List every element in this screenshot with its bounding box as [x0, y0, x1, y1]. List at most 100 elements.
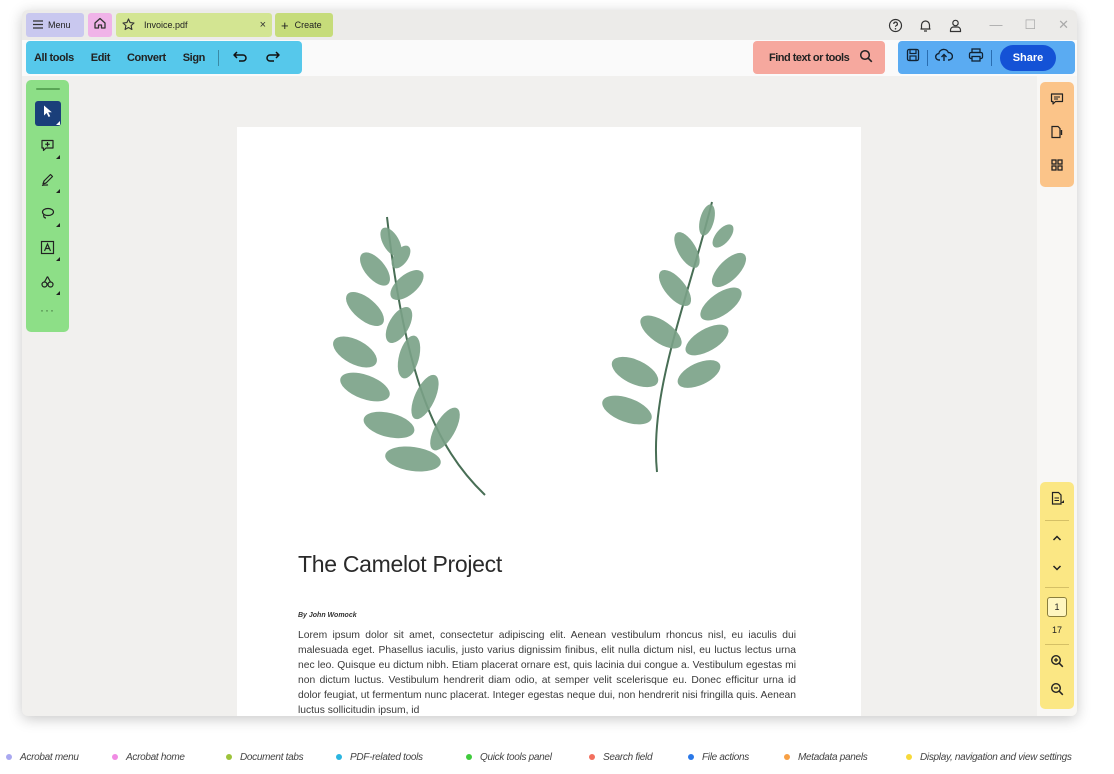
select-tool[interactable] — [34, 101, 61, 126]
plus-icon: + — [281, 17, 289, 33]
page-display-icon[interactable] — [1050, 491, 1065, 511]
zoom-in-icon[interactable] — [1050, 654, 1064, 673]
eucalyptus-branch-illustration — [602, 201, 747, 473]
legend-color-dot — [112, 754, 118, 760]
undo-icon[interactable] — [232, 50, 248, 65]
eucalyptus-branch-illustration — [333, 216, 486, 496]
file-actions: Share — [898, 41, 1075, 74]
more-tools-button[interactable]: ··· — [40, 303, 55, 317]
display-navigation-view-settings: 1 17 — [1040, 482, 1074, 709]
document-body: Lorem ipsum dolor sit amet, consectetur … — [298, 630, 796, 716]
acrobat-home-button[interactable] — [88, 13, 112, 37]
create-button[interactable]: + Create — [275, 13, 333, 37]
thumbnails-panel-icon[interactable] — [1050, 158, 1064, 177]
search-label: Find text or tools — [769, 51, 850, 64]
panel-handle[interactable] — [35, 88, 60, 90]
current-page-input[interactable]: 1 — [1047, 597, 1067, 617]
tool-flyout-indicator — [55, 121, 60, 125]
display-divider — [1045, 520, 1069, 521]
title-bar: Menu Invoice.pdf × + Create — ☐ ✕ — [22, 10, 1077, 40]
save-icon[interactable] — [906, 48, 920, 67]
legend-item: Document tabs — [226, 751, 304, 763]
star-icon[interactable] — [122, 17, 135, 33]
help-icon[interactable] — [887, 17, 903, 33]
document-tab[interactable]: Invoice.pdf × — [116, 13, 272, 37]
menu-label: Menu — [48, 20, 71, 30]
stamp-tool[interactable] — [35, 271, 61, 296]
file-actions-divider — [991, 49, 992, 66]
lasso-icon — [40, 206, 55, 226]
add-comment-tool[interactable] — [35, 135, 61, 160]
legend-label: Acrobat home — [126, 751, 185, 763]
draw-tool[interactable] — [35, 169, 61, 194]
edit-button[interactable]: Edit — [91, 52, 111, 64]
legend-item: Quick tools panel — [466, 752, 552, 763]
legend-label: Acrobat menu — [20, 751, 79, 763]
attachments-panel-icon[interactable] — [1050, 125, 1064, 144]
zoom-out-icon[interactable] — [1050, 682, 1064, 701]
toolbar-divider — [217, 49, 219, 66]
text-box-icon — [40, 240, 55, 260]
hamburger-icon — [33, 19, 43, 31]
display-divider — [1045, 587, 1069, 588]
legend-item: Search field — [589, 752, 653, 763]
titlebar-right-controls: — ☐ ✕ — [887, 14, 1069, 36]
legend-label: Quick tools panel — [480, 751, 552, 763]
toolbar-row: All tools Edit Convert Sign Find text or… — [22, 40, 1077, 76]
draw-icon — [40, 172, 55, 192]
acrobat-menu-button[interactable]: Menu — [26, 13, 84, 37]
tool-flyout-indicator — [55, 257, 60, 261]
legend-item: File actions — [688, 752, 749, 763]
legend-color-dot — [466, 754, 472, 760]
legend-color-dot — [336, 754, 342, 760]
comments-panel-icon[interactable] — [1050, 92, 1064, 111]
document-byline: By John Womock — [298, 612, 357, 619]
lasso-tool[interactable] — [35, 203, 61, 228]
total-pages: 17 — [1051, 625, 1062, 635]
search-icon[interactable] — [859, 49, 873, 66]
bell-icon[interactable] — [917, 17, 933, 33]
legend-label: Document tabs — [240, 751, 304, 763]
stamp-icon — [40, 274, 55, 294]
chevron-up-icon[interactable] — [1051, 530, 1063, 548]
text-box-tool[interactable] — [35, 237, 61, 262]
minimize-button[interactable]: — — [989, 17, 1002, 33]
file-actions-divider — [927, 49, 928, 66]
close-tab-icon[interactable]: × — [260, 19, 266, 31]
sign-button[interactable]: Sign — [183, 52, 206, 64]
account-icon[interactable] — [947, 17, 963, 33]
legend-label: Metadata panels — [798, 751, 868, 763]
close-window-button[interactable]: ✕ — [1058, 17, 1069, 33]
create-label: Create — [294, 20, 322, 30]
legend-color-dot — [784, 754, 790, 760]
tool-flyout-indicator — [55, 223, 60, 227]
legend-color-dot — [906, 754, 912, 760]
legend-color-dot — [688, 754, 694, 760]
all-tools-button[interactable]: All tools — [34, 52, 74, 64]
legend-item: Acrobat menu — [6, 752, 79, 763]
convert-button[interactable]: Convert — [127, 52, 166, 64]
chevron-down-icon[interactable] — [1051, 560, 1063, 578]
display-divider — [1045, 644, 1069, 645]
cursor-icon — [41, 104, 55, 123]
tool-flyout-indicator — [55, 189, 60, 193]
share-button[interactable]: Share — [1000, 44, 1056, 71]
legend-color-dot — [226, 754, 232, 760]
metadata-panels — [1040, 82, 1074, 187]
print-icon[interactable] — [968, 48, 984, 67]
legend-item: Display, navigation and view settings — [906, 752, 1072, 763]
pdf-page: The Camelot Project By John Womock Lorem… — [237, 127, 861, 716]
legend-color-dot — [589, 754, 595, 760]
window-controls: — ☐ ✕ — [989, 17, 1069, 33]
tool-flyout-indicator — [55, 155, 60, 159]
search-field[interactable]: Find text or tools — [753, 41, 885, 74]
cloud-upload-icon[interactable] — [935, 48, 954, 67]
redo-icon[interactable] — [265, 50, 281, 65]
tool-flyout-indicator — [55, 291, 60, 295]
document-title: The Camelot Project — [298, 551, 502, 577]
legend-label: Display, navigation and view settings — [920, 751, 1072, 763]
legend-label: PDF-related tools — [350, 751, 423, 763]
quick-tools-panel: ··· — [26, 80, 69, 332]
maximize-button[interactable]: ☐ — [1024, 17, 1036, 33]
legend-color-dot — [6, 754, 12, 760]
